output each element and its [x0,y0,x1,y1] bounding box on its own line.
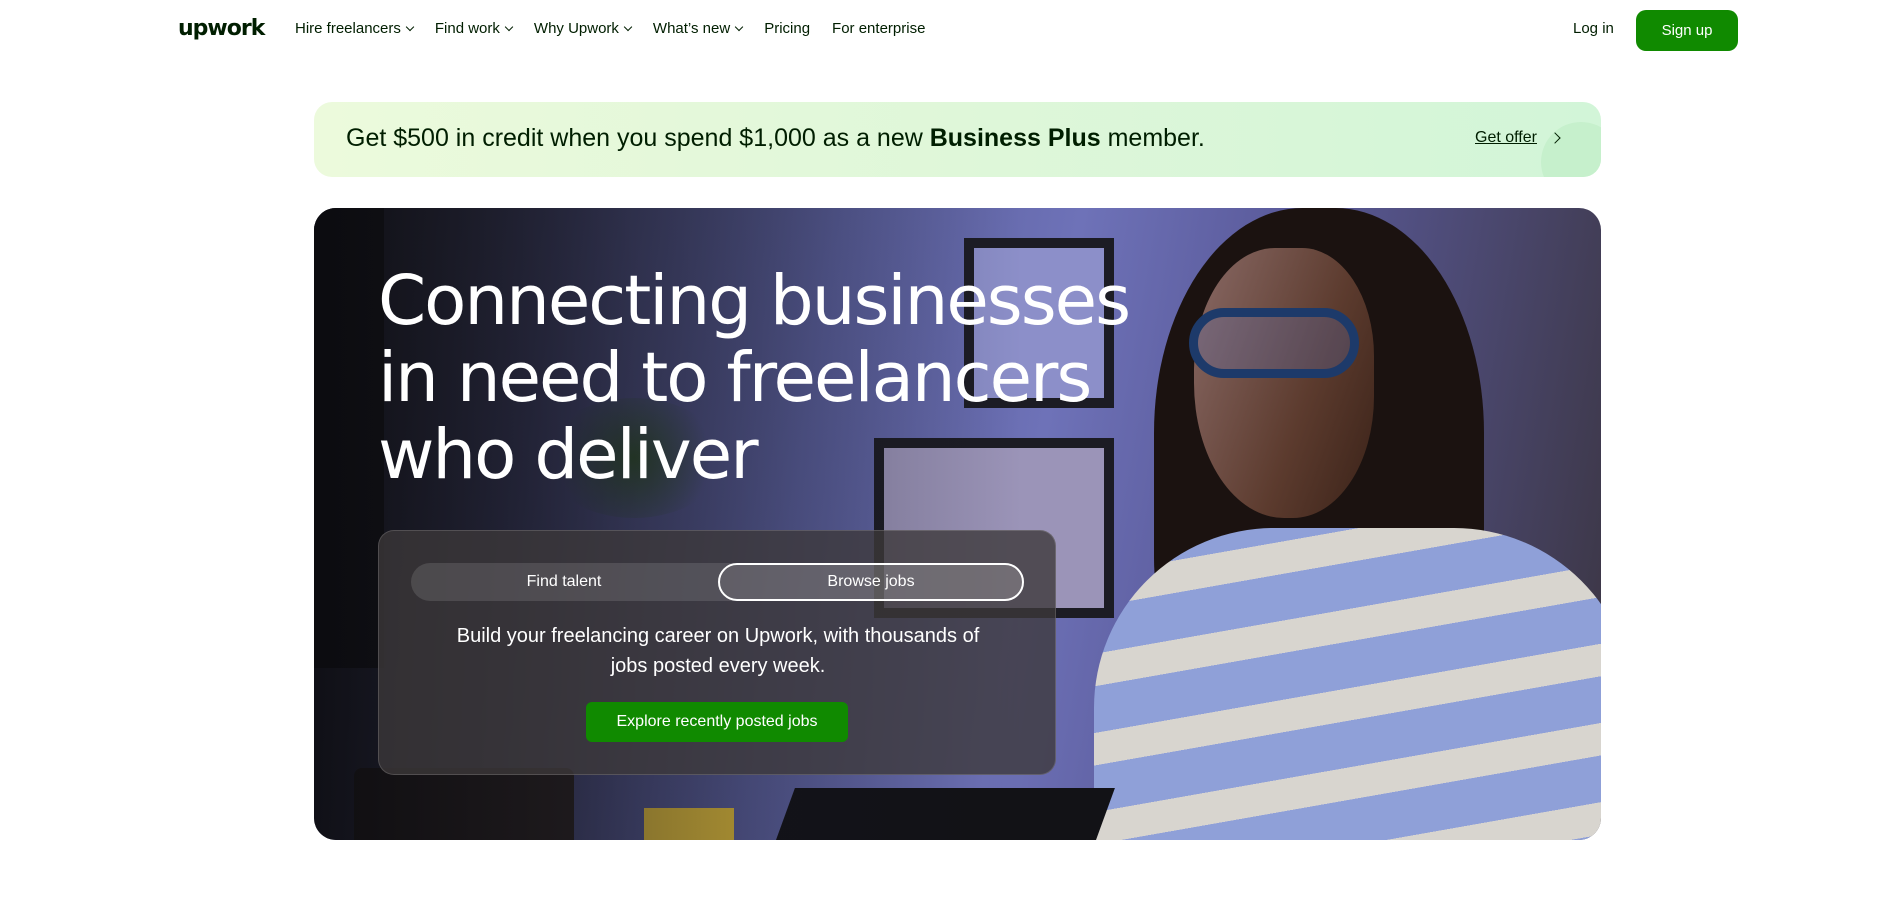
nav-item-label: Find work [434,20,500,37]
promo-text-bold: Business Plus [929,124,1101,152]
chevron-down-icon [734,22,744,31]
tab-find-talent[interactable]: Find talent [411,563,717,601]
nav-item-pricing[interactable]: Pricing [764,20,810,37]
nav-item-hire-freelancers[interactable]: Hire freelancers [295,20,415,37]
top-nav: upwork Hire freelancers Find work Why Up… [0,0,1885,60]
promo-text: Get $500 in credit when you spend $1,000… [346,124,1205,153]
nav-item-label: Hire freelancers [295,20,401,37]
nav-links: Hire freelancers Find work Why Upwork Wh… [295,20,947,37]
hero-description: Build your freelancing career on Upwork,… [456,625,980,677]
nav-item-for-enterprise[interactable]: For enterprise [832,20,925,37]
promo-text-end: member. [1100,124,1205,152]
chevron-down-icon [623,22,633,31]
talent-jobs-toggle: Find talent Browse jobs [411,563,1024,601]
hero-section: Connecting businesses in need to freelan… [314,208,1601,840]
login-link[interactable]: Log in [1573,20,1614,37]
hero-title: Connecting businesses in need to freelan… [378,261,1131,495]
nav-item-whats-new[interactable]: What’s new [652,20,744,37]
promo-banner: Get $500 in credit when you spend $1,000… [314,102,1601,177]
nav-item-label: For enterprise [832,20,926,37]
nav-item-label: Pricing [764,20,811,37]
promo-text-start: Get $500 in credit when you spend $1,000… [346,124,930,152]
tab-browse-jobs[interactable]: Browse jobs [718,563,1024,601]
chevron-down-icon [504,22,514,31]
chevron-right-icon [1549,132,1561,144]
get-offer-link[interactable]: Get offer [1475,129,1561,147]
nav-item-why-upwork[interactable]: Why Upwork [533,20,633,37]
hero-search-panel: Find talent Browse jobs Build your freel… [378,530,1056,775]
nav-item-find-work[interactable]: Find work [434,20,514,37]
nav-item-label: What’s new [652,20,731,37]
get-offer-label: Get offer [1475,129,1537,146]
signup-button[interactable]: Sign up [1636,10,1738,51]
upwork-logo[interactable]: upwork [178,16,265,41]
chevron-down-icon [405,22,415,31]
explore-jobs-button[interactable]: Explore recently posted jobs [586,702,848,742]
nav-item-label: Why Upwork [533,20,619,37]
